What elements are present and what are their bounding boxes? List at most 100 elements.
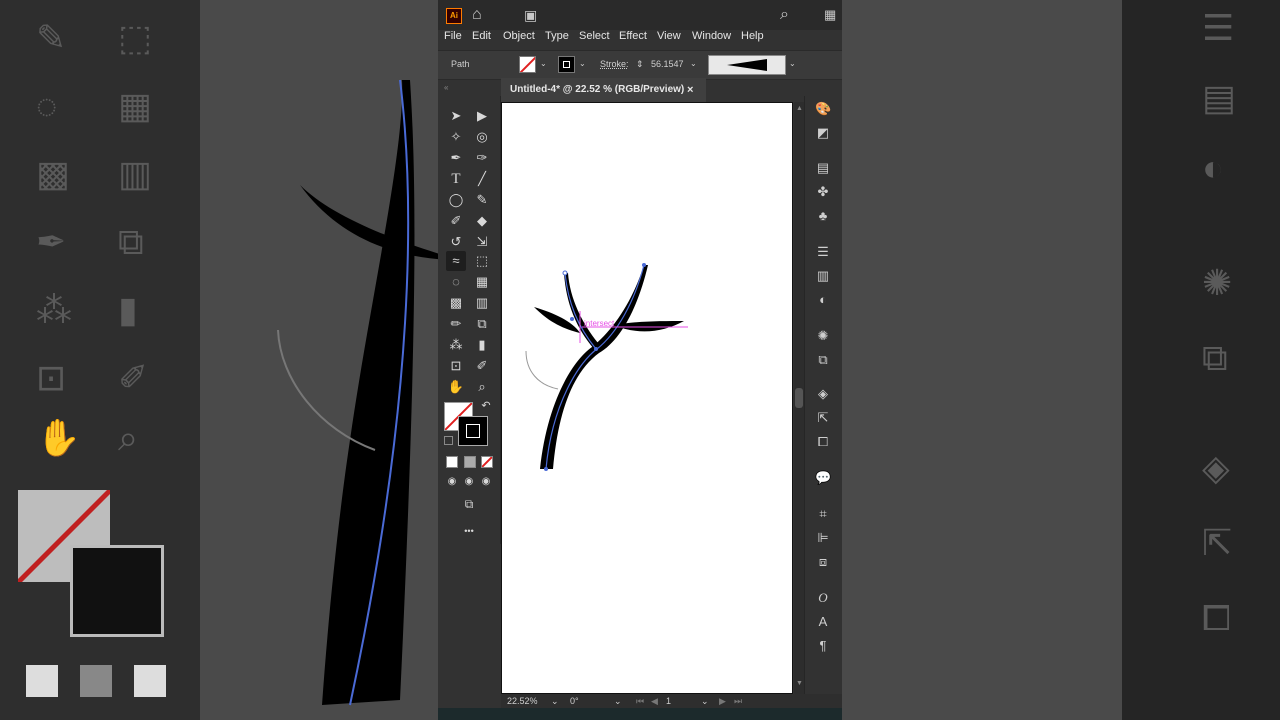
- stroke-weight-dropdown-icon[interactable]: ⌄: [690, 51, 697, 77]
- symbols-panel-icon[interactable]: ♣: [815, 208, 831, 224]
- transform-panel-icon[interactable]: ⌗: [815, 506, 831, 522]
- gradient-panel-icon[interactable]: ▥: [815, 268, 831, 284]
- stroke-stepper-icon[interactable]: ⇕: [636, 51, 644, 77]
- gradient-mode-icon[interactable]: [464, 456, 476, 468]
- graphic-styles-panel-icon[interactable]: ⧉: [815, 352, 831, 368]
- fill-dropdown-arrow-icon[interactable]: ⌄: [540, 51, 547, 77]
- color-guide-icon[interactable]: ◩: [815, 125, 831, 141]
- slice-tool-icon[interactable]: ✐: [472, 356, 492, 376]
- scroll-up-icon[interactable]: ▲: [796, 105, 803, 112]
- paragraph-panel-icon[interactable]: ¶: [815, 638, 831, 654]
- menu-help[interactable]: Help: [741, 28, 764, 44]
- magic-wand-tool-icon[interactable]: ✧: [446, 127, 466, 147]
- shaper-tool-icon[interactable]: ✐: [446, 211, 466, 231]
- color-panel-icon[interactable]: 🎨: [815, 101, 831, 117]
- paintbrush-tool-icon[interactable]: ✎: [472, 190, 492, 210]
- character-panel-icon[interactable]: A: [815, 614, 831, 630]
- artboard-tool-icon[interactable]: ⊡: [446, 356, 466, 376]
- eyedropper-tool-icon[interactable]: ✏: [446, 314, 466, 334]
- curvature-tool-icon[interactable]: ✑: [472, 148, 492, 168]
- mesh-tool-icon[interactable]: ▩: [446, 293, 466, 313]
- line-segment-tool-icon[interactable]: ╱: [472, 169, 492, 189]
- swatches-panel-icon[interactable]: ▤: [815, 160, 831, 176]
- search-icon[interactable]: ⌕: [780, 6, 789, 24]
- opentype-panel-icon[interactable]: O: [815, 590, 831, 606]
- workspace-switcher-icon[interactable]: ▦: [824, 6, 836, 24]
- variable-width-profile[interactable]: [708, 55, 786, 75]
- asset-export-panel-icon[interactable]: ⇱: [815, 410, 831, 426]
- stroke-color-swatch[interactable]: [558, 56, 575, 73]
- menu-effect[interactable]: Effect: [619, 28, 647, 44]
- zoom-dropdown-icon[interactable]: ⌄: [551, 694, 559, 708]
- column-graph-tool-icon[interactable]: ▮: [472, 335, 492, 355]
- menu-edit[interactable]: Edit: [472, 28, 491, 44]
- edit-toolbar-icon[interactable]: •••: [459, 521, 479, 541]
- home-icon[interactable]: ⌂: [472, 6, 482, 24]
- free-transform-tool-icon[interactable]: ⬚: [472, 251, 492, 271]
- rotation-value[interactable]: 0°: [570, 694, 579, 708]
- artboard-dropdown-icon[interactable]: ⌄: [701, 694, 709, 708]
- ellipse-tool-icon[interactable]: ◯: [446, 190, 466, 210]
- stroke-color-box[interactable]: [458, 416, 488, 446]
- pathfinder-panel-icon[interactable]: ⧈: [815, 554, 831, 570]
- rotate-tool-icon[interactable]: ↺: [446, 232, 466, 252]
- artboard-number[interactable]: 1: [666, 694, 671, 708]
- menu-window[interactable]: Window: [692, 28, 731, 44]
- profile-dropdown-icon[interactable]: ⌄: [789, 51, 796, 77]
- symbol-sprayer-tool-icon[interactable]: ⁂: [446, 335, 466, 355]
- draw-inside-icon[interactable]: ◉: [476, 472, 496, 492]
- perspective-grid-tool-icon[interactable]: ▦: [472, 272, 492, 292]
- menu-view[interactable]: View: [657, 28, 681, 44]
- gradient-tool-icon[interactable]: ▥: [472, 293, 492, 313]
- width-tool-icon[interactable]: ≈: [446, 251, 466, 271]
- anchor-point-joint[interactable]: [594, 347, 598, 351]
- pen-tool-icon[interactable]: ✒: [446, 148, 466, 168]
- transparency-panel-icon[interactable]: ◐: [815, 292, 831, 308]
- eraser-tool-icon[interactable]: ◆: [472, 211, 492, 231]
- align-panel-icon[interactable]: ⊫: [815, 530, 831, 546]
- close-tab-icon[interactable]: ×: [687, 78, 693, 102]
- selection-tool-icon[interactable]: ➤: [446, 106, 466, 126]
- scale-tool-icon[interactable]: ⇲: [472, 232, 492, 252]
- hand-tool-icon[interactable]: ✋: [446, 377, 466, 397]
- menu-select[interactable]: Select: [579, 28, 610, 44]
- default-fill-stroke-icon[interactable]: [444, 436, 453, 445]
- stroke-panel-icon[interactable]: ☰: [815, 244, 831, 260]
- anchor-point-mid[interactable]: [570, 317, 574, 321]
- menu-object[interactable]: Object: [503, 28, 535, 44]
- none-mode-icon[interactable]: [481, 456, 493, 468]
- comments-panel-icon[interactable]: 💬: [815, 470, 831, 486]
- canvas-area[interactable]: intersect: [501, 102, 794, 694]
- brushes-panel-icon[interactable]: ✤: [815, 184, 831, 200]
- lasso-tool-icon[interactable]: ◎: [472, 127, 492, 147]
- direct-selection-tool-icon[interactable]: ▶: [472, 106, 492, 126]
- anchor-point-top[interactable]: [642, 263, 646, 267]
- stroke-dropdown-arrow-icon[interactable]: ⌄: [579, 51, 586, 77]
- arrange-documents-icon[interactable]: ▣: [524, 6, 537, 24]
- previous-artboard-icon[interactable]: ◀: [651, 694, 658, 708]
- swap-fill-stroke-icon[interactable]: ↶: [476, 396, 496, 416]
- zoom-level[interactable]: 22.52%: [507, 694, 538, 708]
- scroll-down-icon[interactable]: ▼: [796, 680, 803, 687]
- blend-tool-icon[interactable]: ⧉: [472, 314, 492, 334]
- appearance-panel-icon[interactable]: ✺: [815, 328, 831, 344]
- anchor-point-bottom[interactable]: [544, 467, 548, 471]
- vertical-scrollbar[interactable]: ▲ ▼: [794, 102, 804, 694]
- scroll-thumb[interactable]: [795, 388, 803, 408]
- rotation-dropdown-icon[interactable]: ⌄: [614, 694, 622, 708]
- panel-collapse-icon[interactable]: «: [444, 83, 448, 92]
- artboard[interactable]: intersect: [501, 102, 793, 694]
- screen-mode-icon[interactable]: ⧉: [459, 494, 479, 514]
- next-artboard-icon[interactable]: ▶: [719, 694, 726, 708]
- shape-builder-tool-icon[interactable]: ◌: [446, 272, 466, 292]
- type-tool-icon[interactable]: T: [446, 169, 466, 189]
- stroke-label[interactable]: Stroke:: [600, 51, 629, 77]
- first-artboard-icon[interactable]: ⏮: [636, 694, 644, 708]
- stroke-weight-value[interactable]: 56.1547: [651, 51, 684, 77]
- left-branch-shape[interactable]: [564, 273, 598, 349]
- menu-type[interactable]: Type: [545, 28, 569, 44]
- artboards-panel-icon[interactable]: ⧠: [815, 434, 831, 450]
- trunk-shape[interactable]: [540, 265, 648, 469]
- last-artboard-icon[interactable]: ⏭: [734, 694, 742, 708]
- anchor-point-left[interactable]: [562, 270, 568, 276]
